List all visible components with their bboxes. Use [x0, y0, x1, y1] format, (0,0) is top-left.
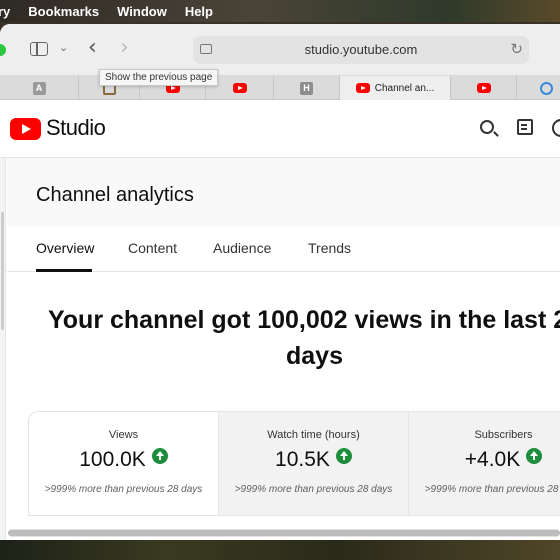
url-text[interactable]: studio.youtube.com [193, 42, 529, 57]
chevron-down-icon[interactable]: ⌄ [59, 41, 68, 54]
tab-overview[interactable]: Overview [36, 240, 94, 256]
tab-5[interactable]: H [274, 76, 340, 100]
tab-7[interactable] [451, 76, 517, 100]
help-icon[interactable] [552, 119, 560, 137]
metric-card-watch-time[interactable]: Watch time (hours) 10.5K >999% more than… [219, 412, 409, 515]
tab-1[interactable]: A [0, 76, 79, 100]
metric-value: +4.0K [409, 448, 560, 472]
zoom-window-button[interactable] [0, 44, 6, 56]
tab-8[interactable] [517, 76, 560, 100]
analytics-tabs: Overview Content Audience Trends [7, 226, 560, 272]
page-title: Channel analytics [36, 184, 194, 206]
scrollbar-thumb[interactable] [8, 530, 560, 536]
metric-card-views[interactable]: Views 100.0K >999% more than previous 28… [29, 412, 219, 515]
metric-label: Views [108, 429, 139, 441]
horizontal-scrollbar[interactable] [8, 529, 560, 537]
sidebar-toggle-icon[interactable] [30, 42, 48, 56]
tab-favicon-a: A [32, 81, 46, 95]
menu-bookmarks[interactable]: Bookmarks [19, 4, 108, 19]
macos-menubar: ry Bookmarks Window Help [0, 0, 560, 22]
sidebar-scrollbar[interactable] [1, 212, 4, 330]
studio-logo-text[interactable]: Studio [46, 115, 106, 141]
tab-content[interactable]: Content [128, 240, 177, 256]
metric-comparison: >999% more than previous 28 days [44, 484, 203, 495]
metric-value: 10.5K [219, 448, 408, 472]
forward-arrow-icon[interactable]: › [120, 35, 129, 60]
studio-header: Studio [0, 100, 560, 158]
tab-favicon-h: H [300, 81, 313, 95]
create-feedback-icon[interactable] [517, 119, 533, 135]
youtube-favicon-icon [232, 83, 247, 93]
sidebar-edge [0, 158, 6, 540]
back-arrow-icon[interactable]: ‹ [88, 35, 97, 60]
tab-bar: A H Channel an... [0, 76, 560, 100]
metric-comparison: >999% more than previous 28 days [234, 484, 393, 495]
metric-value-text: 100.0K [79, 448, 146, 471]
desktop-background [0, 540, 560, 560]
arrow-up-icon [526, 448, 543, 464]
tab-label: Channel an... [374, 82, 435, 94]
arrow-up-icon [335, 448, 352, 464]
metric-label: Subscribers [474, 429, 533, 441]
menu-help[interactable]: Help [176, 4, 222, 19]
youtube-favicon-icon [355, 83, 370, 93]
analytics-main: Channel analytics Overview Content Audie… [7, 158, 560, 540]
metric-value-text: +4.0K [464, 448, 521, 471]
back-button-tooltip: Show the previous page [99, 69, 219, 86]
tab-channel-analytics[interactable]: Channel an... [340, 76, 451, 100]
address-bar[interactable]: studio.youtube.com ↻ [193, 36, 529, 64]
search-icon[interactable] [480, 120, 494, 134]
tab-audience[interactable]: Audience [213, 240, 271, 256]
metric-value: 100.0K [29, 448, 218, 472]
metric-value-text: 10.5K [275, 448, 330, 471]
youtube-logo-icon[interactable] [10, 118, 41, 140]
metric-label: Watch time (hours) [267, 429, 360, 441]
menu-window[interactable]: Window [108, 4, 176, 19]
views-headline: Your channel got 100,002 views in the la… [47, 306, 560, 370]
reload-icon[interactable]: ↻ [510, 40, 523, 58]
arrow-up-icon [151, 448, 168, 464]
browser-toolbar: ⌄ ‹ › studio.youtube.com ↻ [0, 24, 560, 76]
menu-history-partial[interactable]: ry [0, 4, 19, 19]
youtube-favicon-icon [476, 83, 491, 93]
metric-comparison: >999% more than previous 28 days [424, 484, 560, 495]
tab-favicon-misc-icon [540, 81, 553, 95]
metric-cards: Views 100.0K >999% more than previous 28… [28, 411, 560, 516]
metric-card-subscribers[interactable]: Subscribers +4.0K >999% more than previo… [409, 412, 560, 515]
tab-trends[interactable]: Trends [308, 240, 351, 256]
